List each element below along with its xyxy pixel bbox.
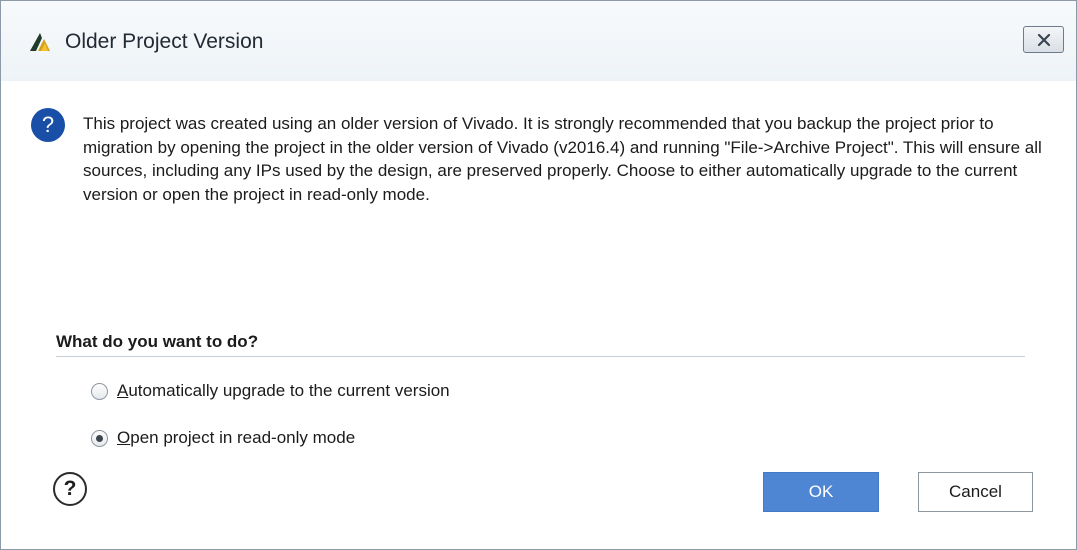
help-icon[interactable]: ? (53, 472, 87, 506)
close-button[interactable] (1023, 26, 1064, 53)
radio-label-upgrade[interactable]: Automatically upgrade to the current ver… (117, 381, 450, 401)
question-icon: ? (31, 108, 65, 142)
options-heading: What do you want to do? (56, 332, 259, 351)
ok-button[interactable]: OK (763, 472, 879, 512)
radio-option-upgrade[interactable]: Automatically upgrade to the current ver… (91, 379, 450, 403)
radio-option-read-only[interactable]: Open project in read-only mode (91, 426, 355, 450)
vivado-logo-icon (30, 33, 50, 51)
cancel-button[interactable]: Cancel (918, 472, 1033, 512)
radio-label-read-only[interactable]: Open project in read-only mode (117, 428, 355, 448)
radio-button-read-only[interactable] (91, 429, 108, 447)
divider (56, 356, 1025, 357)
close-icon (1037, 33, 1051, 47)
window-title: Older Project Version (65, 30, 264, 53)
older-project-version-dialog: Older Project Version ? This project was… (0, 0, 1077, 550)
title-bar: Older Project Version (1, 1, 1076, 81)
message-text: This project was created using an older … (83, 114, 1042, 204)
radio-button-upgrade[interactable] (91, 382, 108, 400)
